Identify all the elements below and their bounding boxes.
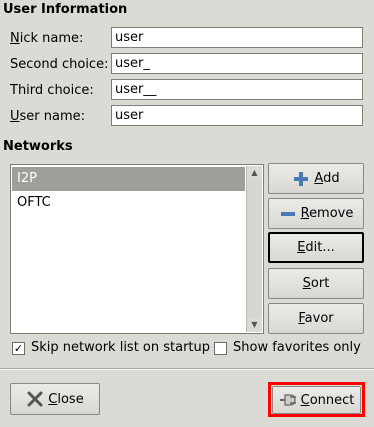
skip-network-list-label: Skip network list on startup bbox=[31, 340, 211, 355]
scroll-up-arrow-icon[interactable]: ▲ bbox=[247, 166, 262, 180]
remove-button-label: Remove bbox=[300, 206, 354, 221]
nick-name-label: Nick name: bbox=[10, 31, 84, 46]
scroll-down-arrow-icon[interactable]: ▼ bbox=[247, 318, 262, 332]
user-name-label: User name: bbox=[10, 109, 86, 124]
skip-network-list-checkbox[interactable]: ✓ bbox=[12, 342, 25, 355]
close-icon bbox=[27, 391, 43, 407]
edit-button-label: Edit... bbox=[297, 240, 335, 255]
minus-icon bbox=[280, 211, 295, 216]
second-choice-label: Second choice: bbox=[10, 57, 109, 72]
add-button[interactable]: Add bbox=[268, 163, 364, 194]
close-button[interactable]: Close bbox=[10, 383, 100, 415]
network-list-scrollbar[interactable]: ▲ ▼ bbox=[246, 166, 262, 332]
add-button-label: Add bbox=[314, 171, 340, 186]
user-info-title: User Information bbox=[3, 2, 128, 17]
remove-button[interactable]: Remove bbox=[268, 198, 364, 229]
network-item-i2p[interactable]: I2P bbox=[12, 167, 245, 191]
show-favorites-label: Show favorites only bbox=[233, 340, 361, 355]
sort-button-label: Sort bbox=[302, 276, 330, 291]
separator bbox=[0, 368, 374, 370]
user-name-input[interactable]: user bbox=[111, 105, 363, 126]
close-button-label: Close bbox=[48, 391, 84, 407]
edit-button[interactable]: Edit... bbox=[268, 232, 364, 263]
show-favorites-checkbox[interactable] bbox=[214, 342, 227, 355]
third-choice-input[interactable]: user__ bbox=[111, 79, 363, 100]
third-choice-label: Third choice: bbox=[10, 83, 94, 98]
second-choice-input[interactable]: user_ bbox=[111, 53, 363, 74]
sort-button[interactable]: Sort bbox=[268, 268, 364, 299]
favor-button[interactable]: Favor bbox=[268, 303, 364, 334]
connect-highlight-box bbox=[268, 382, 365, 417]
favor-button-label: Favor bbox=[298, 311, 334, 326]
networks-title: Networks bbox=[3, 139, 73, 154]
plus-icon bbox=[294, 171, 309, 186]
nick-name-input[interactable]: user bbox=[111, 27, 363, 48]
network-item-oftc[interactable]: OFTC bbox=[12, 191, 245, 215]
network-list[interactable]: I2P OFTC ▲ ▼ bbox=[10, 164, 264, 334]
